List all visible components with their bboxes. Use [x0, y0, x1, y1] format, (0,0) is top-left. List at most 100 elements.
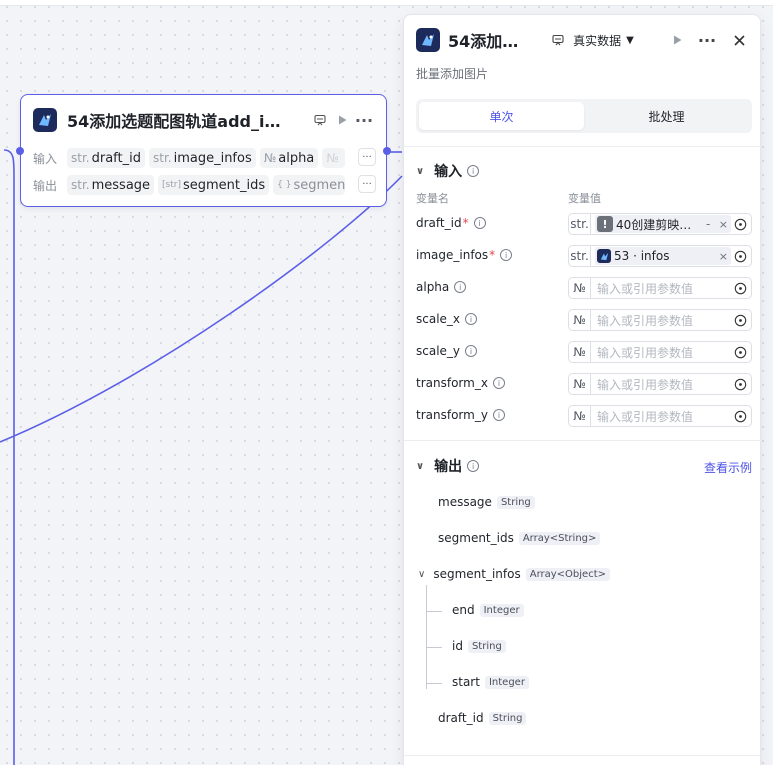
param-input[interactable]: 输入或引用参数值	[591, 312, 731, 329]
info-icon: i	[492, 409, 505, 421]
input-section-title: 输入	[434, 164, 463, 180]
type-selector[interactable]: №	[569, 406, 591, 426]
required-mark: *	[462, 216, 469, 230]
param-name: alpha i	[416, 280, 467, 294]
param-row-scale-y: scale_y i № 输入或引用参数值	[416, 341, 752, 363]
reference-target-icon[interactable]	[731, 247, 749, 265]
type-selector[interactable]: №	[569, 310, 591, 330]
tab-single[interactable]: 单次	[419, 102, 584, 130]
param-name: scale_y i	[416, 344, 478, 358]
type-selector[interactable]: str.	[569, 214, 591, 234]
output-child-start: start Integer	[452, 675, 529, 689]
type-badge: String	[467, 639, 506, 653]
node-outputs-row: 输出 str. message [str] segment_ids { } segme…	[33, 174, 376, 196]
param-value-image-infos[interactable]: str. 53 · infos ×	[568, 245, 752, 267]
output-chip-segment-ids: [str] segment_ids	[158, 175, 270, 195]
edge-left-vertical	[3, 149, 15, 765]
type-selector[interactable]: №	[569, 342, 591, 362]
type-badge: Integer	[484, 675, 529, 689]
panel-run-icon[interactable]	[666, 29, 688, 51]
dataset-label: 真实数据	[573, 33, 622, 48]
param-input[interactable]: 输入或引用参数值	[591, 408, 731, 425]
reference-target-icon[interactable]	[731, 279, 749, 297]
param-input[interactable]: 输入或引用参数值	[591, 344, 731, 361]
reference-target-icon[interactable]	[731, 343, 749, 361]
param-value-scale-y[interactable]: № 输入或引用参数值	[568, 341, 752, 363]
node-output-port[interactable]	[383, 147, 391, 155]
chevron-down-icon: ∨	[416, 165, 425, 177]
type-selector[interactable]: №	[569, 374, 591, 394]
divider	[404, 440, 762, 441]
col-header-name: 变量名	[416, 192, 449, 205]
input-chip-faded: №	[322, 148, 345, 168]
tree-branch	[426, 647, 442, 648]
output-item-segment-ids: segment_ids Array<String>	[438, 531, 601, 545]
panel-header: 54添加选题配图轨道add_imgs 真实数据 ▼ ···	[416, 27, 750, 53]
param-row-transform-y: transform_y i № 输入或引用参数值	[416, 405, 752, 427]
param-value-scale-x[interactable]: № 输入或引用参数值	[568, 309, 752, 331]
dataset-selector[interactable]: 真实数据 ▼	[573, 32, 660, 49]
param-name: transform_y i	[416, 408, 505, 422]
param-value-transform-y[interactable]: № 输入或引用参数值	[568, 405, 752, 427]
node-more-icon[interactable]: ···	[353, 109, 375, 131]
node-message-icon[interactable]	[309, 109, 331, 131]
mode-tabs: 单次 批处理	[416, 99, 752, 133]
output-chip-message: str. message	[67, 175, 155, 195]
panel-more-icon[interactable]: ···	[696, 29, 718, 51]
panel-app-icon	[416, 28, 440, 52]
node-title: 54添加选题配图轨道add_imgs	[67, 112, 295, 131]
param-value-transform-x[interactable]: № 输入或引用参数值	[568, 373, 752, 395]
input-chip-image-infos: str. image_infos	[148, 148, 256, 168]
param-input[interactable]: 输入或引用参数值	[591, 376, 731, 393]
outputs-more-button[interactable]: ···	[358, 175, 376, 193]
input-section-header[interactable]: ∨ 输入 i	[416, 161, 480, 181]
view-example-link[interactable]: 查看示例	[704, 459, 752, 476]
info-icon: i	[500, 249, 513, 261]
divider	[404, 755, 762, 756]
info-icon: i	[492, 377, 505, 389]
reference-target-icon[interactable]	[731, 311, 749, 329]
info-icon: i	[467, 165, 480, 177]
app-icon	[597, 249, 611, 263]
panel-close-icon[interactable]	[728, 29, 750, 51]
output-section-header[interactable]: ∨ 输出 i	[416, 456, 480, 476]
chevron-down-icon: ∨	[416, 460, 425, 472]
clear-icon[interactable]: ×	[719, 250, 728, 263]
param-value-alpha[interactable]: № 输入或引用参数值	[568, 277, 752, 299]
type-selector[interactable]: str.	[569, 246, 591, 266]
clear-icon[interactable]: ×	[719, 218, 728, 231]
param-value-draft-id[interactable]: str. ! 40创建剪映草稿 - ×	[568, 213, 752, 235]
output-item-segment-infos[interactable]: ∨ segment_infos Array<Object>	[418, 567, 610, 581]
panel-title: 54添加选题配图轨道add_imgs	[448, 32, 534, 51]
output-chip-segment-infos: { }segment_infos	[273, 175, 346, 195]
caret-down-icon: ▼	[626, 34, 634, 46]
param-row-alpha: alpha i № 输入或引用参数值	[416, 277, 752, 299]
reference-target-icon[interactable]	[731, 375, 749, 393]
reference-target-icon[interactable]	[731, 215, 749, 233]
workflow-node-card[interactable]: 54添加选题配图轨道add_imgs ··· 输入 str. draft_id s…	[16, 94, 391, 207]
panel-subtitle: 批量添加图片	[416, 67, 489, 81]
type-badge: Array<String>	[518, 531, 601, 545]
input-chip-draft-id: str. draft_id	[67, 148, 145, 168]
type-badge: Integer	[479, 603, 524, 617]
edge-diagonal	[0, 175, 403, 443]
type-badge: String	[488, 711, 527, 725]
output-section-title: 输出	[434, 459, 463, 475]
type-badge: Array<Object>	[525, 567, 610, 581]
node-run-icon[interactable]	[331, 109, 353, 131]
col-header-value: 变量值	[568, 192, 601, 205]
param-input[interactable]: 输入或引用参数值	[591, 280, 731, 297]
info-icon: i	[454, 281, 467, 293]
output-item-draft-id: draft_id String	[438, 711, 527, 725]
tree-branch	[426, 683, 442, 684]
token-suffix: -	[706, 217, 711, 231]
panel-message-icon[interactable]	[547, 29, 569, 51]
node-input-port[interactable]	[16, 147, 24, 155]
type-selector[interactable]: №	[569, 278, 591, 298]
info-icon: i	[473, 217, 486, 229]
reference-target-icon[interactable]	[731, 407, 749, 425]
input-chip-alpha: № alpha	[259, 148, 319, 168]
param-row-scale-x: scale_x i № 输入或引用参数值	[416, 309, 752, 331]
tab-batch[interactable]: 批处理	[584, 102, 749, 130]
inputs-more-button[interactable]: ···	[358, 148, 376, 166]
